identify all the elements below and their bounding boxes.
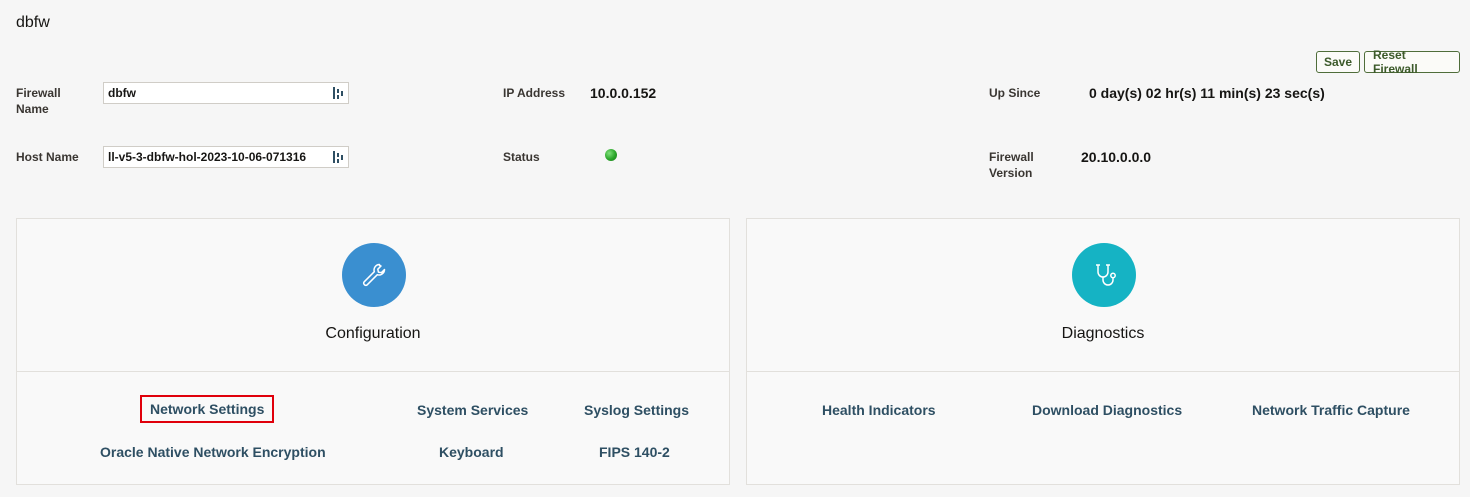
page-title: dbfw — [16, 14, 50, 31]
diagnostics-title: Diagnostics — [1061, 325, 1145, 342]
diagnostics-card: Diagnostics Health Indicators Download D… — [746, 218, 1460, 485]
status-indicator-icon — [605, 149, 617, 161]
network-settings-link[interactable]: Network Settings — [139, 395, 275, 423]
reset-firewall-button[interactable]: Reset Firewall — [1364, 48, 1460, 76]
ip-address-value: 10.0.0.152 — [590, 85, 657, 101]
oracle-nne-link[interactable]: Oracle Native Network Encryption — [100, 444, 326, 460]
diagnostics-icon-circle[interactable] — [1072, 243, 1136, 307]
configuration-title: Configuration — [325, 325, 421, 342]
save-button[interactable]: Save — [1316, 51, 1360, 73]
up-since-label: Up Since — [989, 86, 1041, 100]
download-diagnostics-link[interactable]: Download Diagnostics — [1032, 402, 1182, 418]
configuration-card: Configuration Network Settings System Se… — [16, 218, 730, 485]
card-divider — [17, 371, 729, 372]
wrench-icon — [362, 263, 386, 287]
ip-address-label: IP Address — [503, 86, 566, 100]
host-name-field[interactable]: ll-v5-3-dbfw-hol-2023-10-06-071316 — [103, 146, 349, 168]
keyboard-link[interactable]: Keyboard — [439, 444, 504, 460]
firewall-name-field[interactable]: dbfw — [103, 82, 349, 104]
syslog-settings-link[interactable]: Syslog Settings — [584, 402, 689, 418]
keyboard-icon[interactable] — [332, 86, 344, 100]
stethoscope-icon — [1096, 264, 1116, 286]
up-since-value: 0 day(s) 02 hr(s) 11 min(s) 23 sec(s) — [1089, 85, 1325, 101]
network-traffic-capture-link[interactable]: Network Traffic Capture — [1252, 402, 1410, 418]
health-indicators-link[interactable]: Health Indicators — [822, 402, 936, 418]
host-name-label: Host Name — [16, 150, 79, 164]
configuration-icon-circle[interactable] — [342, 243, 406, 307]
host-name-value: ll-v5-3-dbfw-hol-2023-10-06-071316 — [108, 150, 307, 164]
fips-link[interactable]: FIPS 140-2 — [599, 444, 670, 460]
firewall-version-label: Firewall Version — [989, 150, 1034, 180]
card-divider — [747, 371, 1459, 372]
firewall-name-label: Firewall Name — [16, 86, 61, 116]
firewall-version-value: 20.10.0.0.0 — [1081, 149, 1152, 165]
status-label: Status — [503, 150, 540, 164]
keyboard-icon[interactable] — [332, 150, 344, 164]
system-services-link[interactable]: System Services — [417, 402, 528, 418]
firewall-name-value: dbfw — [108, 86, 136, 100]
